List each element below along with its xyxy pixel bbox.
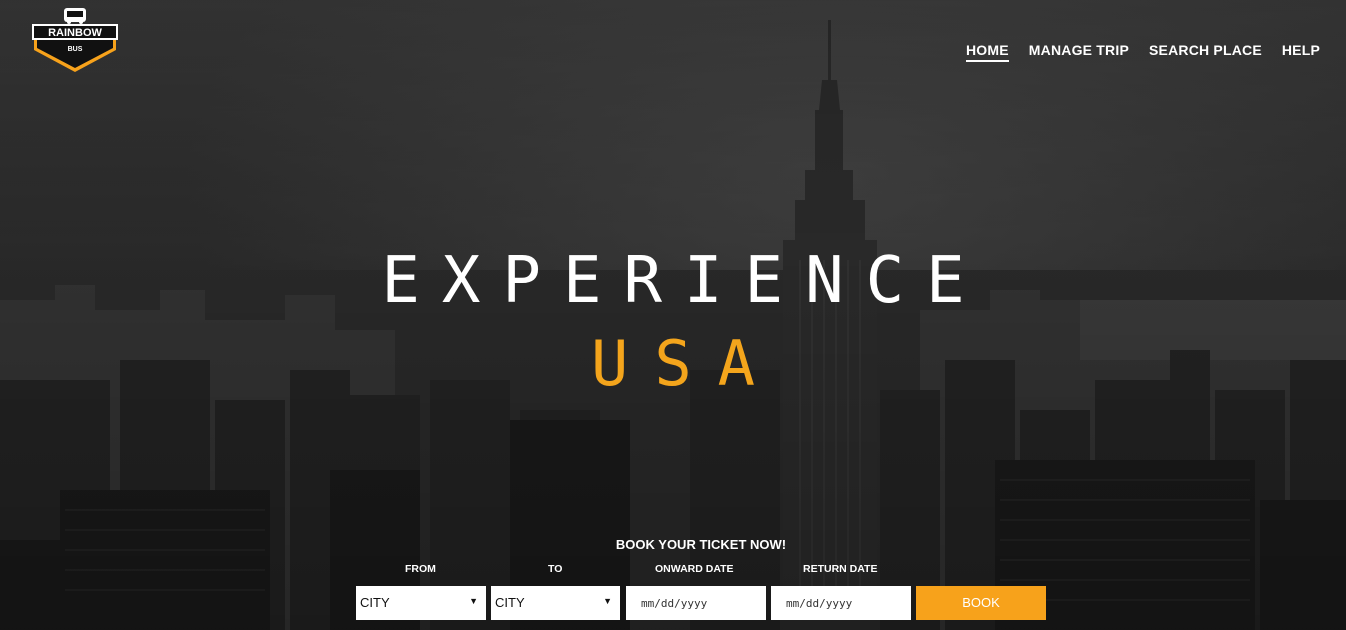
to-city-value: CITY xyxy=(495,595,525,610)
from-label: FROM xyxy=(405,563,436,575)
main-nav: HOME MANAGE TRIP SEARCH PLACE HELP xyxy=(965,42,1320,62)
onward-date-placeholder: mm/dd/yyyy xyxy=(641,597,708,610)
rainbow-bus-logo[interactable]: RAINBOW BUS xyxy=(30,6,120,74)
dropdown-arrow-icon: ▼ xyxy=(603,596,612,606)
book-button[interactable]: BOOK xyxy=(916,586,1046,620)
to-city-select[interactable]: CITY ▼ xyxy=(491,586,620,620)
nav-home[interactable]: HOME xyxy=(965,42,1009,62)
dropdown-arrow-icon: ▼ xyxy=(469,596,478,606)
return-date-label: RETURN DATE xyxy=(803,563,878,575)
onward-date-label: ONWARD DATE xyxy=(655,563,734,575)
headline-usa: USA xyxy=(591,327,781,400)
return-date-input[interactable]: mm/dd/yyyy xyxy=(771,586,911,620)
return-date-placeholder: mm/dd/yyyy xyxy=(786,597,853,610)
onward-date-input[interactable]: mm/dd/yyyy xyxy=(626,586,766,620)
from-city-select[interactable]: CITY ▼ xyxy=(356,586,486,620)
nav-search-place[interactable]: SEARCH PLACE xyxy=(1149,42,1262,62)
to-label: TO xyxy=(548,563,563,575)
logo-name: RAINBOW xyxy=(48,27,102,39)
booking-title: BOOK YOUR TICKET NOW! xyxy=(615,537,787,552)
logo-sub: BUS xyxy=(68,46,83,53)
headline-experience: EXPERIENCE xyxy=(381,244,987,318)
from-city-value: CITY xyxy=(360,595,390,610)
hero-headline: EXPERIENCE USA xyxy=(0,246,1346,400)
nav-help[interactable]: HELP xyxy=(1282,42,1320,62)
nav-manage-trip[interactable]: MANAGE TRIP xyxy=(1029,42,1129,62)
logo-badge-icon: RAINBOW BUS xyxy=(32,8,118,72)
